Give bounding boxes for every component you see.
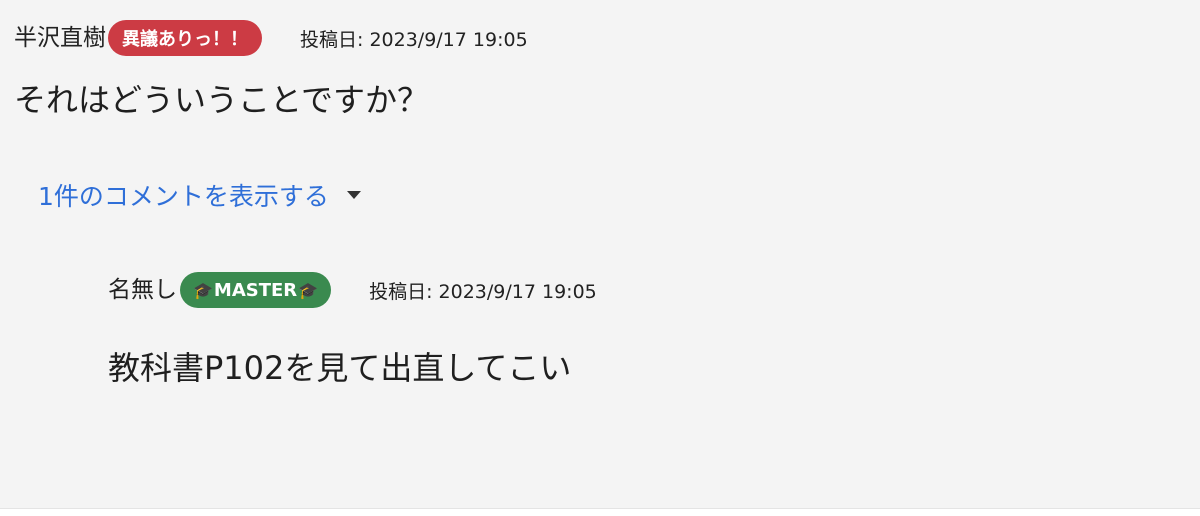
master-badge-label: MASTER	[213, 279, 298, 301]
objection-badge: 異議ありっ！！	[108, 20, 262, 56]
reply-body: 教科書P102を見て出直してこい	[108, 349, 572, 387]
post-author[interactable]: 半沢直樹	[14, 18, 106, 58]
caret-down-icon[interactable]	[346, 191, 361, 199]
graduation-cap-icon: 🎓	[193, 280, 213, 300]
reply-header: 名無し 🎓 MASTER 🎓 投稿日: 2023/9/17 19:05	[108, 270, 597, 310]
post-header: 半沢直樹 異議ありっ！！ 投稿日: 2023/9/17 19:05	[14, 18, 528, 58]
master-badge: 🎓 MASTER 🎓	[180, 272, 332, 308]
show-comments-button[interactable]: 1件のコメントを表示する	[38, 173, 361, 217]
show-comments-label[interactable]: 1件のコメントを表示する	[38, 177, 329, 213]
comment-thread: 半沢直樹 異議ありっ！！ 投稿日: 2023/9/17 19:05 それはどうい…	[0, 0, 1200, 509]
reply-date: 投稿日: 2023/9/17 19:05	[369, 280, 597, 303]
post-body: それはどういうことですか？	[14, 81, 430, 119]
post-date: 投稿日: 2023/9/17 19:05	[300, 28, 528, 51]
graduation-cap-icon: 🎓	[298, 280, 319, 300]
reply-author[interactable]: 名無し	[108, 270, 177, 310]
